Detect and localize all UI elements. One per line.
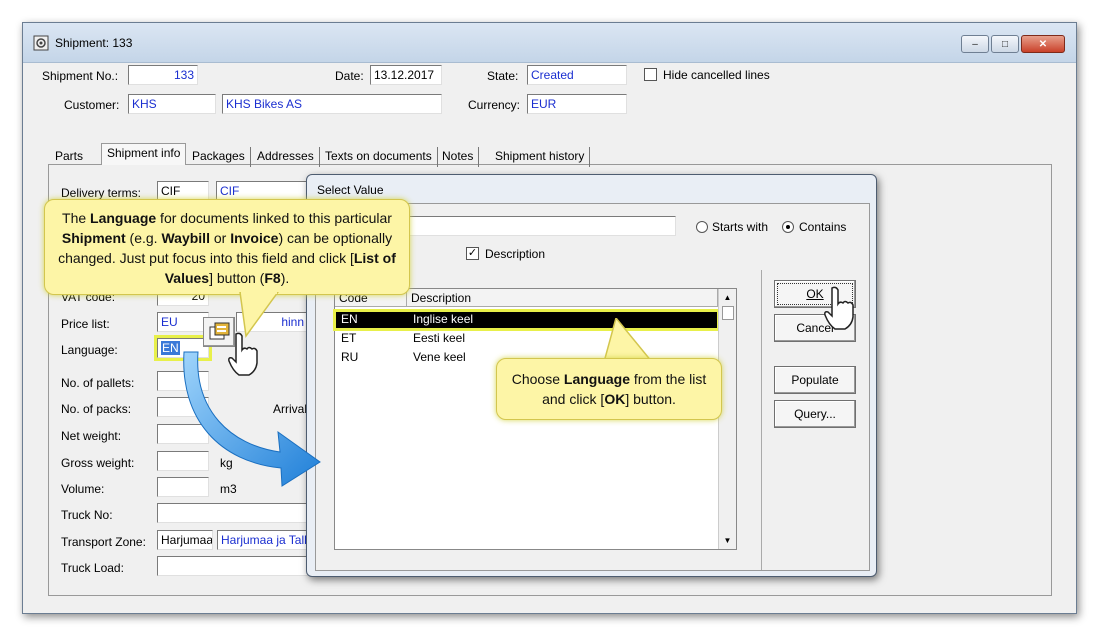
row-description: Vene keel bbox=[413, 350, 466, 364]
populate-button-label: Populate bbox=[791, 373, 839, 387]
choose-language-callout: Choose Language from the list and click … bbox=[496, 358, 722, 420]
tab-notes[interactable]: Notes bbox=[437, 147, 480, 167]
row-code: ET bbox=[341, 331, 357, 345]
transport-zone-name-field[interactable]: Harjumaa ja Talli bbox=[217, 530, 309, 550]
callout-text: or bbox=[209, 230, 231, 246]
callout-pointer-icon bbox=[603, 318, 653, 362]
description-checkbox-label: Description bbox=[485, 247, 546, 261]
volume-label: Volume: bbox=[61, 482, 105, 496]
truck-load-label: Truck Load: bbox=[61, 561, 124, 575]
close-icon: ✕ bbox=[1038, 38, 1048, 50]
column-header-description[interactable]: Description bbox=[407, 289, 718, 307]
currency-field[interactable]: EUR bbox=[527, 94, 627, 114]
price-list-label: Price list: bbox=[61, 317, 110, 331]
row-description: Inglise keel bbox=[413, 312, 474, 326]
contains-label: Contains bbox=[799, 220, 847, 234]
callout-bold: OK bbox=[604, 391, 626, 407]
callout-text: ] button ( bbox=[209, 270, 265, 286]
scroll-thumb[interactable] bbox=[721, 306, 734, 320]
tab-addresses[interactable]: Addresses bbox=[252, 147, 320, 167]
row-description: Eesti keel bbox=[413, 331, 466, 345]
packs-label: No. of packs: bbox=[61, 402, 132, 416]
callout-text: (e.g. bbox=[125, 230, 162, 246]
gross-weight-label: Gross weight: bbox=[61, 456, 135, 470]
callout-text: for documents linked to this particular bbox=[156, 210, 392, 226]
callout-bold: Waybill bbox=[161, 230, 210, 246]
dialog-divider bbox=[761, 270, 762, 570]
callout-text: ). bbox=[280, 270, 290, 286]
callout-text: ] button. bbox=[625, 391, 676, 407]
row-code: EN bbox=[341, 312, 358, 326]
maximize-button[interactable]: □ bbox=[991, 35, 1019, 53]
callout-text: Choose bbox=[511, 371, 564, 387]
tab-packages[interactable]: Packages bbox=[187, 147, 251, 167]
state-label: State: bbox=[487, 69, 519, 83]
query-button-label: Query... bbox=[794, 407, 836, 421]
tab-texts-on-documents[interactable]: Texts on documents bbox=[320, 147, 438, 167]
truck-no-field[interactable] bbox=[157, 503, 309, 523]
language-callout: The Language for documents linked to thi… bbox=[44, 199, 410, 295]
list-row-et[interactable]: ET Eesti keel bbox=[335, 330, 718, 348]
starts-with-radio[interactable] bbox=[696, 221, 708, 233]
close-button[interactable]: ✕ bbox=[1021, 35, 1065, 53]
shipment-no-field[interactable]: 133 bbox=[128, 65, 198, 85]
contains-radio[interactable] bbox=[782, 221, 794, 233]
delivery-terms-label: Delivery terms: bbox=[61, 186, 142, 200]
delivery-terms-code-field[interactable]: CIF bbox=[157, 181, 209, 201]
callout-text: The bbox=[62, 210, 91, 226]
hand-cursor-icon bbox=[228, 332, 258, 376]
date-label: Date: bbox=[335, 69, 364, 83]
callout-bold: F8 bbox=[264, 270, 281, 286]
search-value-input[interactable] bbox=[372, 216, 676, 236]
starts-with-label: Starts with bbox=[712, 220, 769, 234]
populate-button[interactable]: Populate bbox=[774, 366, 856, 394]
row-code: RU bbox=[341, 350, 359, 364]
hide-cancelled-checkbox[interactable] bbox=[644, 68, 657, 81]
maximize-icon: □ bbox=[1001, 38, 1009, 50]
pallets-label: No. of pallets: bbox=[61, 376, 135, 390]
transport-zone-code-field[interactable]: Harjumaa bbox=[157, 530, 213, 550]
shipment-no-label: Shipment No.: bbox=[42, 69, 119, 83]
tab-shipment-history[interactable]: Shipment history bbox=[490, 147, 591, 167]
truck-no-label: Truck No: bbox=[61, 508, 113, 522]
description-checkbox[interactable]: ✓ bbox=[466, 247, 479, 260]
list-row-en[interactable]: EN Inglise keel bbox=[333, 309, 720, 331]
language-field-value: EN bbox=[161, 341, 180, 355]
state-field[interactable]: Created bbox=[527, 65, 627, 85]
tab-parts[interactable]: Parts bbox=[50, 147, 88, 167]
net-weight-label: Net weight: bbox=[61, 429, 122, 443]
app-icon bbox=[33, 35, 49, 51]
customer-code-field[interactable]: KHS bbox=[128, 94, 216, 114]
scroll-down-icon[interactable]: ▼ bbox=[719, 536, 736, 545]
callout-bold: Language bbox=[90, 210, 157, 226]
language-label: Language: bbox=[61, 343, 118, 357]
delivery-terms-name-field[interactable]: CIF bbox=[216, 181, 308, 201]
callout-bold: Language bbox=[563, 371, 631, 387]
window-titlebar[interactable]: Shipment: 133 – □ ✕ bbox=[23, 23, 1076, 63]
scroll-up-icon[interactable]: ▲ bbox=[719, 293, 736, 302]
callout-bold: Invoice bbox=[230, 230, 279, 246]
list-scrollbar[interactable]: ▲ ▼ bbox=[718, 289, 736, 549]
window-title: Shipment: 133 bbox=[55, 36, 133, 50]
transport-zone-label: Transport Zone: bbox=[61, 535, 146, 549]
tab-shipment-info[interactable]: Shipment info bbox=[101, 143, 187, 165]
dialog-title: Select Value bbox=[317, 183, 384, 197]
query-button[interactable]: Query... bbox=[774, 400, 856, 428]
hand-cursor-icon bbox=[824, 286, 854, 330]
minimize-icon: – bbox=[972, 38, 978, 50]
truck-load-field[interactable] bbox=[157, 556, 309, 576]
customer-label: Customer: bbox=[64, 98, 120, 112]
date-field[interactable]: 13.12.2017 bbox=[370, 65, 442, 85]
minimize-button[interactable]: – bbox=[961, 35, 989, 53]
callout-bold: Shipment bbox=[61, 230, 126, 246]
price-list-code-field[interactable]: EU bbox=[157, 312, 209, 332]
customer-name-field[interactable]: KHS Bikes AS bbox=[222, 94, 442, 114]
currency-label: Currency: bbox=[468, 98, 521, 112]
hide-cancelled-label: Hide cancelled lines bbox=[663, 68, 770, 82]
